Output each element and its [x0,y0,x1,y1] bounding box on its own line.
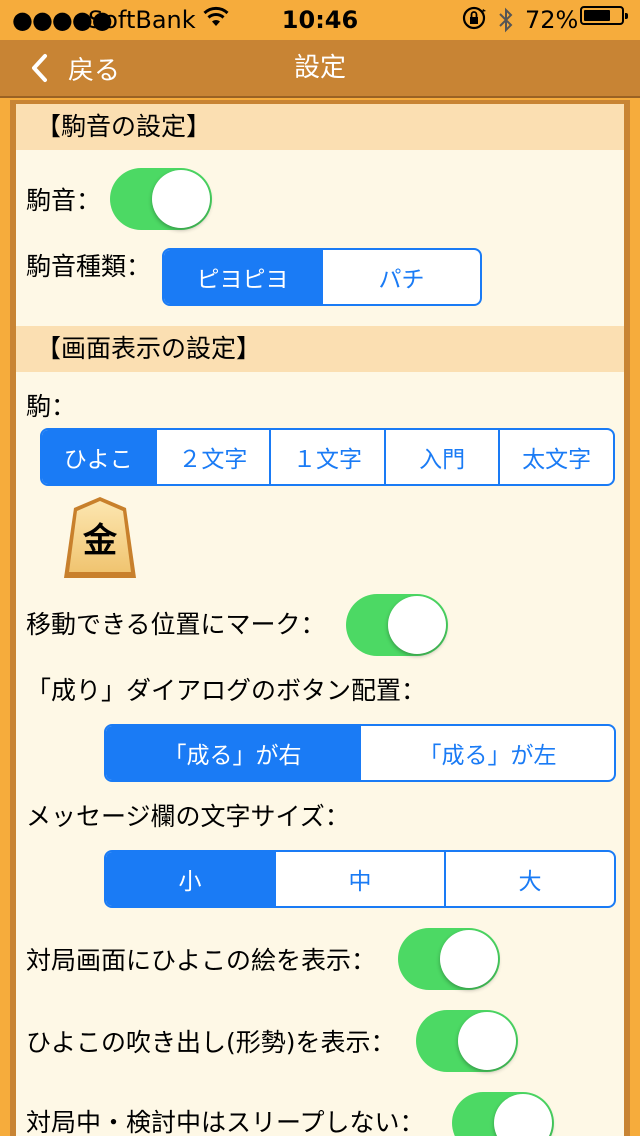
sound-type-segmented-control: ピヨピヨ パチ [162,248,482,306]
toggle-knob [440,930,498,988]
show-chick-toggle[interactable] [398,928,500,990]
status-bar: ●●●●● SoftBank 10:46 72% [0,0,640,40]
message-size-label: メッセージ欄の文字サイズ： [26,802,350,831]
section-header-display: 【画面表示の設定】 [16,326,624,372]
message-size-segmented-control: 小 中 大 [104,850,616,908]
piece-label: 駒： [26,392,77,421]
toggle-knob [494,1094,552,1136]
section-header-sound: 【駒音の設定】 [16,104,624,150]
move-mark-label: 移動できる位置にマーク： [26,610,326,639]
piece-option-beginner[interactable]: 入門 [383,430,499,484]
piece-option-1char[interactable]: １文字 [269,430,384,484]
show-bubble-toggle[interactable] [416,1010,518,1072]
message-size-small[interactable]: 小 [106,852,274,906]
bluetooth-icon [497,6,515,42]
show-chick-label: 対局画面にひよこの絵を表示： [26,946,377,975]
page-title: 設定 [293,53,346,83]
no-sleep-label: 対局中・検討中はスリープしない： [26,1108,425,1136]
settings-panel: 【駒音の設定】 駒音： 駒音種類： ピヨピヨ パチ 【画面表示の設定】 駒： ひ… [16,104,624,1136]
promote-dialog-label: 「成り」ダイアログのボタン配置： [26,676,427,705]
toggle-knob [458,1012,516,1070]
toggle-knob [152,170,210,228]
navigation-bar: 戻る 設定 [0,40,640,98]
promote-option-left[interactable]: 「成る」が左 [359,726,614,780]
message-size-medium[interactable]: 中 [274,852,444,906]
sound-type-option-pachi[interactable]: パチ [321,250,480,304]
piece-option-bold[interactable]: 太文字 [498,430,613,484]
piece-preview-character: 金 [82,521,118,561]
sound-label: 駒音： [26,186,102,215]
message-size-large[interactable]: 大 [444,852,614,906]
show-bubble-label: ひよこの吹き出し(形勢)を表示： [26,1028,396,1057]
promote-option-right[interactable]: 「成る」が右 [106,726,359,780]
shogi-piece-preview: 金 [60,494,140,584]
toggle-knob [388,596,446,654]
settings-scroll-area[interactable]: 【駒音の設定】 駒音： 駒音種類： ピヨピヨ パチ 【画面表示の設定】 駒： ひ… [10,100,630,1136]
rotation-lock-icon [462,6,488,36]
sound-type-option-piyopiyo[interactable]: ピヨピヨ [164,250,321,304]
no-sleep-toggle[interactable] [452,1092,554,1136]
battery-icon [580,6,628,25]
piece-option-2char[interactable]: ２文字 [154,430,270,484]
sound-type-label: 駒音種類： [26,252,152,281]
promote-button-segmented-control: 「成る」が右 「成る」が左 [104,724,616,782]
move-mark-toggle[interactable] [346,594,448,656]
sound-toggle[interactable] [110,168,212,230]
piece-style-segmented-control: ひよこ ２文字 １文字 入門 太文字 [40,428,615,486]
piece-option-hiyoko[interactable]: ひよこ [42,430,155,484]
battery-percentage: 72% [525,6,579,34]
